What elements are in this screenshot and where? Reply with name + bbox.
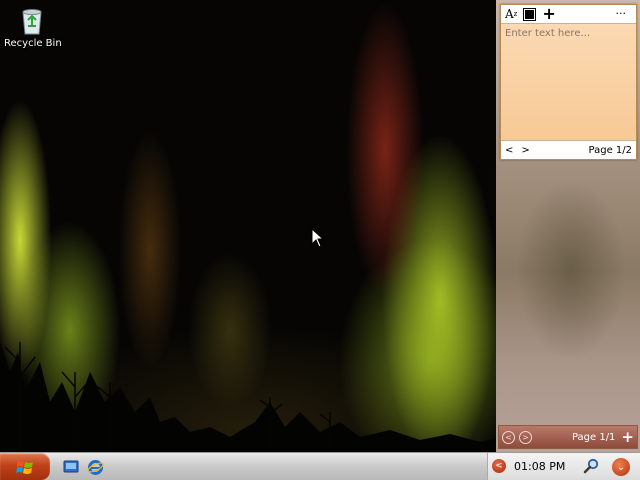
prev-note-button[interactable]: < [505,145,513,156]
taskbar: < 01:08 PM ⌄ [0,452,640,480]
mouse-pointer-icon [311,228,325,248]
windows-logo-icon [16,460,33,474]
notes-page-indicator: Page 1/2 [588,144,632,156]
recycle-bin-shortcut[interactable]: Recycle Bin [4,4,62,49]
clock[interactable]: 01:08 PM [514,460,565,473]
sidebar-page-indicator: Page 1/1 [571,431,616,443]
chevron-down-icon[interactable]: ⌄ [612,458,630,476]
next-note-button[interactable]: > [521,145,529,156]
notes-gadget: Az + ··· Enter text here... < > Page 1/2 [500,4,637,160]
start-button[interactable] [0,453,50,480]
circle-right-icon[interactable]: > [519,430,532,444]
show-desktop-icon[interactable] [62,458,80,476]
add-gadget-button[interactable]: + [621,430,634,445]
search-icon[interactable] [583,458,599,474]
recycle-bin-icon [16,4,48,36]
sidebar-controls: < > Page 1/1 + [498,425,638,449]
more-options-button[interactable]: ··· [616,6,627,20]
note-placeholder: Enter text here... [505,28,591,39]
circle-left-icon[interactable]: < [502,430,515,444]
color-swatch-icon[interactable] [523,7,537,21]
chevron-left-icon[interactable]: < [492,459,506,473]
tree-silhouettes [0,342,500,452]
note-text-area[interactable]: Enter text here... [501,24,636,140]
system-tray: < 01:08 PM ⌄ [487,453,640,480]
notes-toolbar: Az + ··· [501,5,636,24]
internet-explorer-icon[interactable] [86,458,104,476]
notes-footer: < > Page 1/2 [501,140,636,159]
recycle-bin-label: Recycle Bin [4,38,62,49]
add-note-button[interactable]: + [542,6,555,22]
font-style-icon[interactable]: Az [505,7,517,21]
